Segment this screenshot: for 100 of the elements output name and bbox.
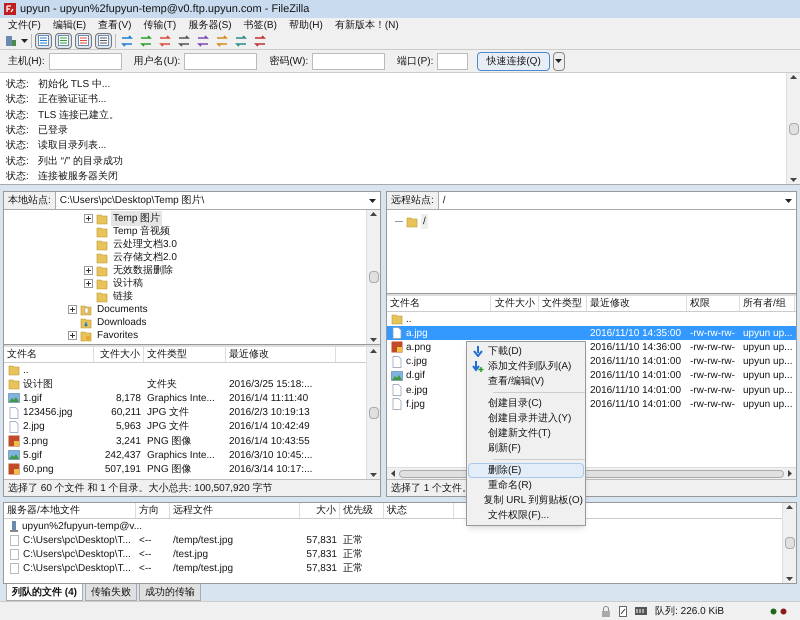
toggle-button[interactable] bbox=[95, 32, 112, 48]
menu-item[interactable]: 复制 URL 到剪贴板(O) bbox=[468, 493, 584, 508]
toolbar-icon[interactable] bbox=[176, 34, 192, 48]
expand-icon[interactable] bbox=[84, 279, 93, 288]
quickconnect-dropdown-button[interactable] bbox=[552, 52, 565, 70]
file-name[interactable]: 5.gif bbox=[23, 448, 42, 463]
port-field[interactable] bbox=[437, 52, 468, 70]
file-name[interactable]: .. bbox=[23, 362, 29, 378]
column-header[interactable]: 服务器/本地文件 bbox=[4, 503, 136, 518]
vertical-scrollbar[interactable] bbox=[366, 210, 380, 344]
dropdown-arrow-icon[interactable] bbox=[21, 38, 28, 42]
dropdown-arrow-icon[interactable] bbox=[785, 198, 792, 202]
tree-item[interactable]: Favorites bbox=[95, 328, 140, 343]
file-name[interactable]: f.jpg bbox=[406, 396, 425, 412]
dropdown-arrow-icon[interactable] bbox=[555, 59, 562, 63]
scroll-left-icon[interactable] bbox=[391, 470, 395, 477]
menu-item[interactable]: 帮助(H) bbox=[288, 18, 323, 32]
scroll-right-icon[interactable] bbox=[788, 470, 792, 477]
menu-item[interactable]: 下載(D) bbox=[468, 344, 584, 359]
tab[interactable]: 成功的传输 bbox=[139, 584, 201, 601]
file-name[interactable]: 设计图 bbox=[23, 376, 53, 392]
scroll-down-icon[interactable] bbox=[370, 338, 377, 342]
file-name[interactable]: 123456.jpg bbox=[23, 405, 72, 420]
toolbar-icon[interactable] bbox=[195, 34, 211, 48]
column-header[interactable]: 文件大小 bbox=[491, 296, 539, 311]
tree-item[interactable]: Documents bbox=[95, 302, 150, 317]
file-name[interactable]: 3.png bbox=[23, 434, 48, 449]
menu-item[interactable]: 重命名(R) bbox=[468, 478, 584, 493]
scroll-down-icon[interactable] bbox=[370, 473, 377, 477]
toggle-button[interactable] bbox=[75, 32, 92, 48]
toolbar-icon[interactable] bbox=[252, 34, 268, 48]
vertical-scrollbar[interactable] bbox=[782, 503, 796, 583]
column-header[interactable]: 方向 bbox=[136, 503, 170, 518]
expand-icon[interactable] bbox=[84, 214, 93, 223]
host-field[interactable] bbox=[48, 52, 122, 70]
column-header[interactable]: 所有者/组 bbox=[740, 296, 795, 311]
column-header[interactable]: 权限 bbox=[687, 296, 740, 311]
menu-item[interactable]: 创建目录并进入(Y) bbox=[468, 411, 584, 426]
scroll-down-icon[interactable] bbox=[786, 577, 793, 581]
file-name[interactable]: e.jpg bbox=[406, 382, 428, 398]
column-header[interactable]: 最近修改 bbox=[226, 347, 336, 362]
menu-item[interactable]: 服务器(S) bbox=[188, 18, 232, 32]
menu-item[interactable]: 删除(E) bbox=[468, 463, 584, 478]
tab[interactable]: 传输失败 bbox=[85, 584, 137, 601]
tree-item[interactable]: 链接 bbox=[111, 289, 135, 304]
menu-item[interactable]: 传输(T) bbox=[143, 18, 176, 32]
file-name[interactable]: 2.jpg bbox=[23, 419, 45, 434]
expand-icon[interactable] bbox=[68, 305, 77, 314]
menu-item[interactable]: 创建目录(C) bbox=[468, 396, 584, 411]
scroll-up-icon[interactable] bbox=[370, 212, 377, 216]
menu-item[interactable]: 查看/编辑(V) bbox=[468, 374, 584, 389]
column-header[interactable]: 优先级 bbox=[340, 503, 384, 518]
tree-item[interactable]: 设计稿 bbox=[111, 276, 145, 291]
scroll-down-icon[interactable] bbox=[790, 178, 797, 182]
scroll-up-icon[interactable] bbox=[370, 349, 377, 353]
column-header[interactable]: 大小 bbox=[300, 503, 340, 518]
column-header[interactable]: 文件名 bbox=[387, 296, 491, 311]
password-field[interactable] bbox=[312, 52, 386, 70]
scroll-up-icon[interactable] bbox=[790, 75, 797, 79]
menu-item[interactable]: 有新版本！(N) bbox=[334, 18, 399, 32]
toolbar-icon[interactable] bbox=[233, 34, 249, 48]
tree-item[interactable]: 云处理文档3.0 bbox=[111, 237, 179, 252]
file-name[interactable]: a.png bbox=[406, 340, 432, 355]
toolbar-icon[interactable] bbox=[138, 34, 154, 48]
toolbar-icon[interactable] bbox=[157, 34, 173, 48]
path-field[interactable]: C:\Users\pc\Desktop\Temp 图片\ bbox=[56, 192, 380, 209]
column-header[interactable]: 远程文件 bbox=[170, 503, 300, 518]
menu-item[interactable]: 创建新文件(T) bbox=[468, 426, 584, 441]
column-header[interactable]: 文件名 bbox=[4, 347, 94, 362]
menu-item[interactable]: 文件(F) bbox=[8, 18, 41, 32]
tree-item[interactable]: / bbox=[421, 214, 428, 229]
vertical-scrollbar[interactable] bbox=[366, 347, 380, 479]
tree-item[interactable]: 云存储文档2.0 bbox=[111, 250, 179, 265]
column-header[interactable]: 状态 bbox=[384, 503, 454, 518]
username-field[interactable] bbox=[184, 52, 258, 70]
tree-item[interactable]: Temp 音视频 bbox=[111, 224, 172, 239]
toolbar-icon[interactable] bbox=[119, 34, 135, 48]
scroll-thumb[interactable] bbox=[368, 271, 378, 283]
file-name[interactable]: .. bbox=[406, 312, 412, 327]
column-header[interactable]: 文件类型 bbox=[539, 296, 587, 311]
column-header[interactable]: 最近修改 bbox=[587, 296, 687, 311]
dropdown-arrow-icon[interactable] bbox=[369, 198, 376, 202]
toggle-button[interactable] bbox=[55, 32, 72, 48]
menu-item[interactable]: 文件权限(F)... bbox=[468, 508, 584, 523]
site-manager-icon[interactable] bbox=[4, 34, 18, 48]
tree-item[interactable]: Temp 图片 bbox=[111, 211, 162, 226]
scroll-up-icon[interactable] bbox=[786, 505, 793, 509]
tab[interactable]: 列队的文件 (4) bbox=[6, 584, 83, 601]
tree-item[interactable]: Downloads bbox=[95, 315, 148, 330]
vertical-scrollbar[interactable] bbox=[786, 73, 800, 184]
menu-item[interactable]: 查看(V) bbox=[98, 18, 132, 32]
toggle-button[interactable] bbox=[35, 32, 52, 48]
menu-item[interactable]: 书签(B) bbox=[244, 18, 277, 32]
scroll-thumb[interactable] bbox=[784, 537, 794, 549]
file-name[interactable]: 1.gif bbox=[23, 390, 42, 406]
column-header[interactable]: 文件大小 bbox=[94, 347, 144, 362]
expand-icon[interactable] bbox=[68, 331, 77, 340]
file-name[interactable]: c.jpg bbox=[406, 354, 428, 370]
column-header[interactable]: 文件类型 bbox=[144, 347, 226, 362]
file-name[interactable]: 60.png bbox=[23, 462, 54, 477]
